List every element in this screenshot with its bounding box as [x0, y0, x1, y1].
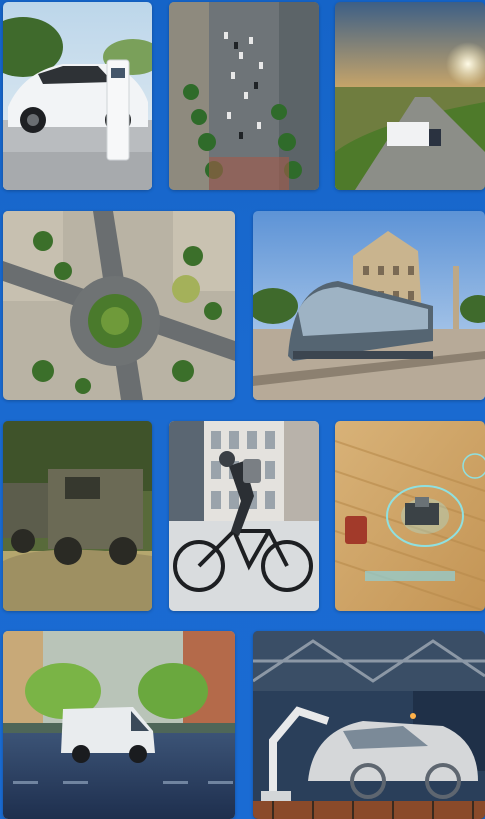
military-trucks-icon — [3, 421, 152, 611]
car-factory-robots-icon — [253, 631, 485, 819]
tram-city-square-icon — [253, 211, 485, 400]
tile-harvester-field[interactable] — [335, 421, 485, 611]
highway-sunset-truck-icon — [335, 2, 485, 190]
tile-roundabout-aerial[interactable] — [3, 211, 235, 400]
roundabout-aerial-icon — [3, 211, 235, 400]
tile-military-trucks[interactable] — [3, 421, 152, 611]
tile-electric-car-charging[interactable] — [3, 2, 152, 190]
tile-cyclist-ebike[interactable] — [169, 421, 319, 611]
harvester-field-icon — [335, 421, 485, 611]
delivery-van-street-icon — [3, 631, 235, 819]
tile-city-traffic-aerial[interactable] — [169, 2, 319, 190]
city-traffic-aerial-icon — [169, 2, 319, 190]
tile-tram-city-square[interactable] — [253, 211, 485, 400]
cyclist-ebike-icon — [169, 421, 319, 611]
electric-car-charging-icon — [3, 2, 152, 190]
tile-car-factory-robots[interactable] — [253, 631, 485, 819]
tile-delivery-van-street[interactable] — [3, 631, 235, 819]
tile-highway-sunset[interactable] — [335, 2, 485, 190]
